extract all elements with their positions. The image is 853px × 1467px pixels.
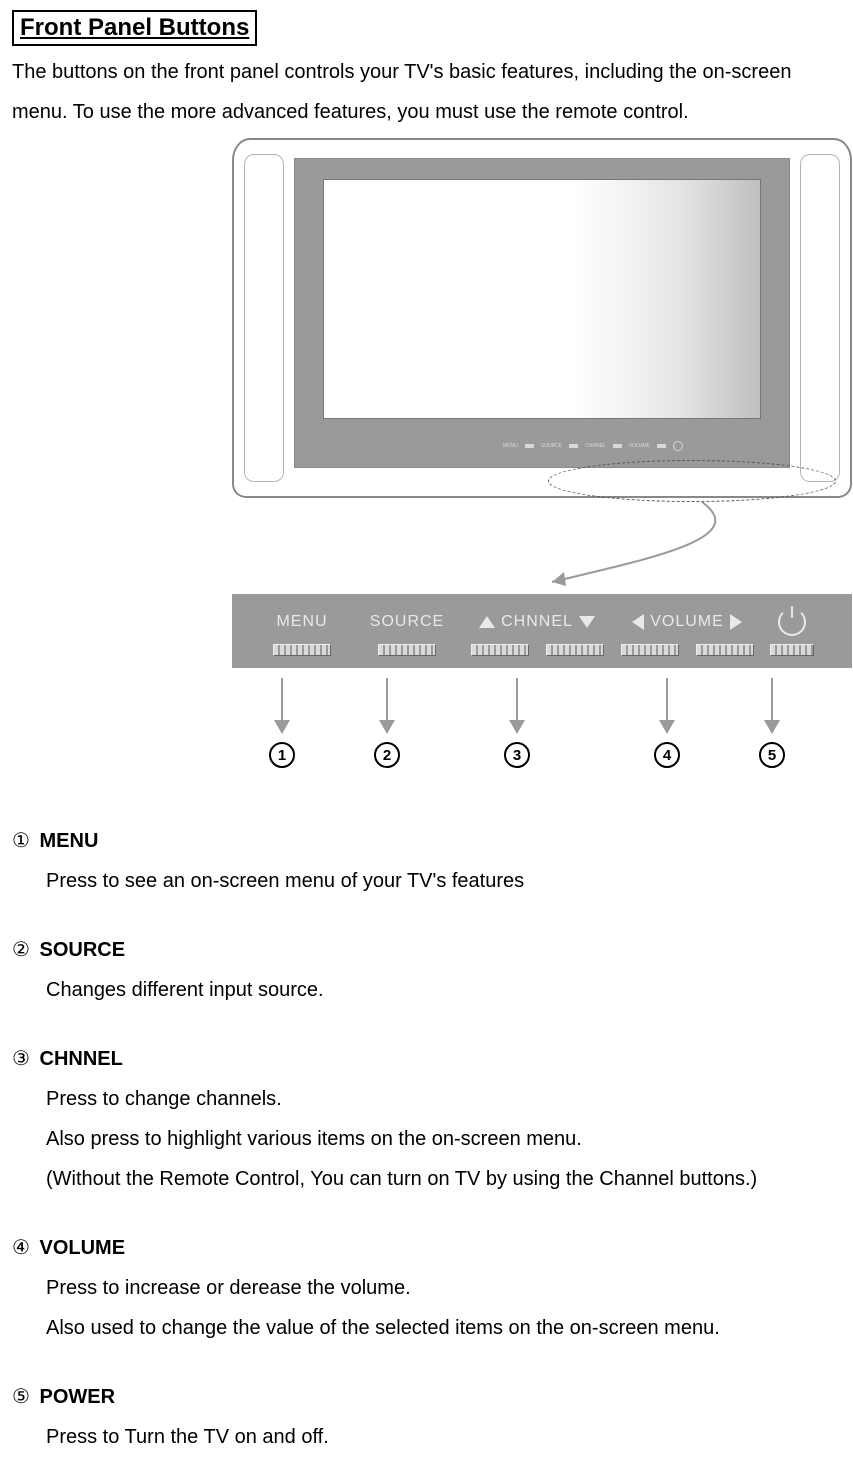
def-power-glyph: ⑤ xyxy=(12,1386,30,1408)
def-channel-line-1: Press to change channels. xyxy=(46,1079,841,1119)
pointer-1 xyxy=(274,678,290,734)
tiny-power-button xyxy=(673,441,683,451)
circled-3: 3 xyxy=(504,742,530,768)
tv-speaker-left xyxy=(244,154,284,482)
callout-arrow xyxy=(232,498,852,594)
tiny-menu-label: MENU xyxy=(503,443,518,449)
zoom-volume-label: VOLUME xyxy=(612,613,762,631)
zoom-power xyxy=(762,608,822,636)
power-icon xyxy=(778,608,806,636)
def-channel-name: CHNNEL xyxy=(40,1048,123,1070)
channel-up-icon xyxy=(479,616,495,628)
def-volume-glyph: ④ xyxy=(12,1237,30,1259)
circled-1: 1 xyxy=(269,742,295,768)
circled-2: 2 xyxy=(374,742,400,768)
def-source-name: SOURCE xyxy=(40,939,126,961)
tiny-source-label: SOURCE xyxy=(541,443,562,449)
def-channel-line-2: Also press to highlight various items on… xyxy=(46,1119,841,1159)
def-menu-name: MENU xyxy=(40,830,99,852)
def-volume: ④ VOLUME Press to increase or derease th… xyxy=(12,1235,841,1348)
volume-down-icon xyxy=(632,614,644,630)
circled-numbers: 1 2 3 4 5 xyxy=(232,742,852,768)
tiny-channel-button xyxy=(613,444,622,448)
definitions-list: ① MENU Press to see an on-screen menu of… xyxy=(12,828,841,1457)
figure: MENU SOURCE CHNNEL VOLUME MENU SOURCE CH… xyxy=(232,138,852,768)
pointer-4 xyxy=(659,678,675,734)
zoom-channel-label: CHNNEL xyxy=(462,613,612,631)
def-channel: ③ CHNNEL Press to change channels. Also … xyxy=(12,1046,841,1199)
zoom-panel: MENU SOURCE CHNNEL VOLUME xyxy=(232,594,852,668)
tv-bezel: MENU SOURCE CHNNEL VOLUME xyxy=(294,158,790,468)
pointer-2 xyxy=(379,678,395,734)
tiny-channel-label: CHNNEL xyxy=(585,443,606,449)
def-menu-line-1: Press to see an on-screen menu of your T… xyxy=(46,861,841,901)
tiny-menu-button xyxy=(525,444,534,448)
pointer-3 xyxy=(509,678,525,734)
def-power: ⑤ POWER Press to Turn the TV on and off. xyxy=(12,1384,841,1457)
page-title: Front Panel Buttons xyxy=(12,10,257,46)
tv-screen xyxy=(323,179,761,419)
volume-up-icon xyxy=(730,614,742,630)
source-button[interactable] xyxy=(378,644,436,656)
def-menu: ① MENU Press to see an on-screen menu of… xyxy=(12,828,841,901)
def-source: ② SOURCE Changes different input source. xyxy=(12,937,841,1010)
zoom-menu-label: MENU xyxy=(252,613,352,631)
tiny-volume-button xyxy=(657,444,666,448)
tv-illustration: MENU SOURCE CHNNEL VOLUME xyxy=(232,138,852,498)
menu-button[interactable] xyxy=(273,644,331,656)
pointer-5 xyxy=(764,678,780,734)
def-volume-line-1: Press to increase or derease the volume. xyxy=(46,1268,841,1308)
def-channel-glyph: ③ xyxy=(12,1048,30,1070)
intro-text: The buttons on the front panel controls … xyxy=(12,52,841,132)
channel-down-icon xyxy=(579,616,595,628)
channel-up-button[interactable] xyxy=(471,644,529,656)
def-menu-glyph: ① xyxy=(12,830,30,852)
circled-4: 4 xyxy=(654,742,680,768)
channel-down-button[interactable] xyxy=(546,644,604,656)
def-source-glyph: ② xyxy=(12,939,30,961)
pointer-arrows xyxy=(232,678,852,734)
zoom-source-label: SOURCE xyxy=(352,613,462,631)
tv-button-strip-small: MENU SOURCE CHNNEL VOLUME xyxy=(503,435,763,457)
volume-up-button[interactable] xyxy=(696,644,754,656)
def-volume-line-2: Also used to change the value of the sel… xyxy=(46,1308,841,1348)
power-button[interactable] xyxy=(770,644,814,656)
tv-speaker-right xyxy=(800,154,840,482)
tiny-volume-label: VOLUME xyxy=(629,443,650,449)
def-power-name: POWER xyxy=(40,1386,116,1408)
circled-5: 5 xyxy=(759,742,785,768)
def-source-line-1: Changes different input source. xyxy=(46,970,841,1010)
def-power-line-1: Press to Turn the TV on and off. xyxy=(46,1417,841,1457)
tiny-source-button xyxy=(569,444,578,448)
volume-down-button[interactable] xyxy=(621,644,679,656)
def-channel-line-3: (Without the Remote Control, You can tur… xyxy=(46,1159,841,1199)
def-volume-name: VOLUME xyxy=(40,1237,126,1259)
